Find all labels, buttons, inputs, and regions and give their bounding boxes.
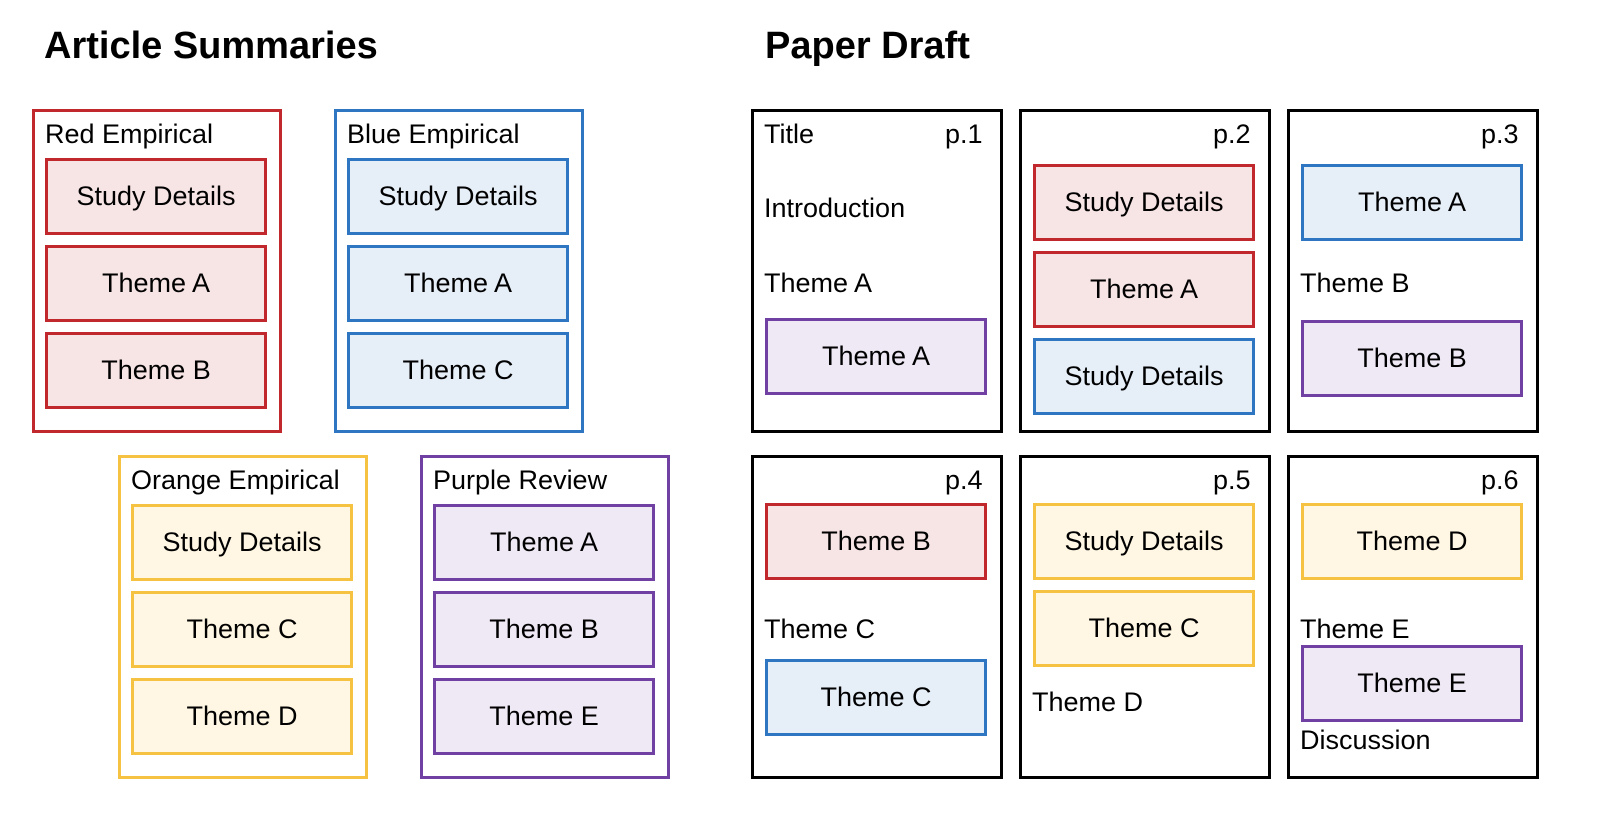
article-card-theme-b: Theme B xyxy=(433,591,655,668)
draft-card-study-details: Study Details xyxy=(1033,164,1255,241)
article-card-theme-a: Theme A xyxy=(347,245,569,322)
article-name: Red Empirical xyxy=(45,119,214,149)
page-number: p.3 xyxy=(1481,119,1519,149)
draft-card-theme-c: Theme C xyxy=(765,659,987,736)
article-card-theme-e: Theme E xyxy=(433,678,655,755)
article-card-theme-c: Theme C xyxy=(347,332,569,409)
paper-draft-heading: Paper Draft xyxy=(765,25,970,67)
draft-card-theme-c: Theme C xyxy=(1033,590,1255,667)
article-card-study-details: Study Details xyxy=(347,158,569,235)
article-summaries-heading: Article Summaries xyxy=(44,25,378,67)
draft-heading-theme-b: Theme B xyxy=(1300,268,1410,298)
article-card-study-details: Study Details xyxy=(131,504,353,581)
page-number: p.4 xyxy=(945,465,983,495)
article-name: Orange Empirical xyxy=(131,465,340,495)
page-number: p.5 xyxy=(1213,465,1251,495)
draft-card-theme-d: Theme D xyxy=(1301,503,1523,580)
article-card-theme-c: Theme C xyxy=(131,591,353,668)
page-number: p.2 xyxy=(1213,119,1251,149)
draft-heading-theme-d: Theme D xyxy=(1032,687,1144,717)
article-name: Purple Review xyxy=(433,465,608,495)
draft-heading-title: Title xyxy=(764,119,815,149)
article-card-theme-a: Theme A xyxy=(433,504,655,581)
article-card-study-details: Study Details xyxy=(45,158,267,235)
draft-card-theme-e: Theme E xyxy=(1301,645,1523,722)
draft-card-theme-a: Theme A xyxy=(765,318,987,395)
draft-card-theme-a: Theme A xyxy=(1033,251,1255,328)
article-card-theme-a: Theme A xyxy=(45,245,267,322)
article-card-theme-d: Theme D xyxy=(131,678,353,755)
draft-card-theme-b: Theme B xyxy=(1301,320,1523,397)
draft-heading-theme-c: Theme C xyxy=(764,614,876,644)
page-number: p.1 xyxy=(945,119,983,149)
draft-heading-theme-e: Theme E xyxy=(1300,614,1410,644)
draft-heading-discussion: Discussion xyxy=(1300,725,1431,755)
draft-heading-theme-a: Theme A xyxy=(764,268,873,298)
article-card-theme-b: Theme B xyxy=(45,332,267,409)
draft-card-study-details: Study Details xyxy=(1033,503,1255,580)
draft-card-study-details: Study Details xyxy=(1033,338,1255,415)
draft-card-theme-a: Theme A xyxy=(1301,164,1523,241)
draft-heading-introduction: Introduction xyxy=(764,193,906,223)
page-number: p.6 xyxy=(1481,465,1519,495)
draft-card-theme-b: Theme B xyxy=(765,503,987,580)
article-name: Blue Empirical xyxy=(347,119,520,149)
